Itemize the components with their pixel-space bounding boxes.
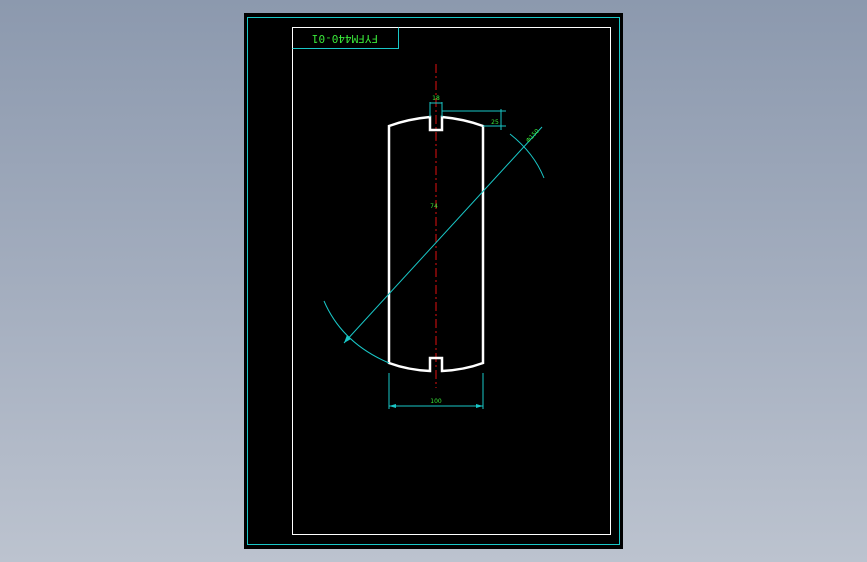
drawing-sheet: FYFM440-01 Φ150 18 25 74 100 xyxy=(244,13,623,549)
slot-width-text: 18 xyxy=(432,95,440,102)
title-block-text: FYFM440-01 xyxy=(312,32,378,45)
diameter-arc-bottom xyxy=(323,300,390,364)
diameter-leader xyxy=(343,126,543,344)
cad-drawing: FYFM440-01 Φ150 18 25 74 100 xyxy=(247,17,620,545)
inner-border xyxy=(292,27,611,535)
length-dimension-text: 74 xyxy=(430,203,438,210)
width-dimension-text: 100 xyxy=(430,398,442,405)
corner-offset-dimension: 25 xyxy=(442,109,506,130)
corner-offset-text: 25 xyxy=(491,119,499,126)
title-block: FYFM440-01 xyxy=(292,27,399,49)
